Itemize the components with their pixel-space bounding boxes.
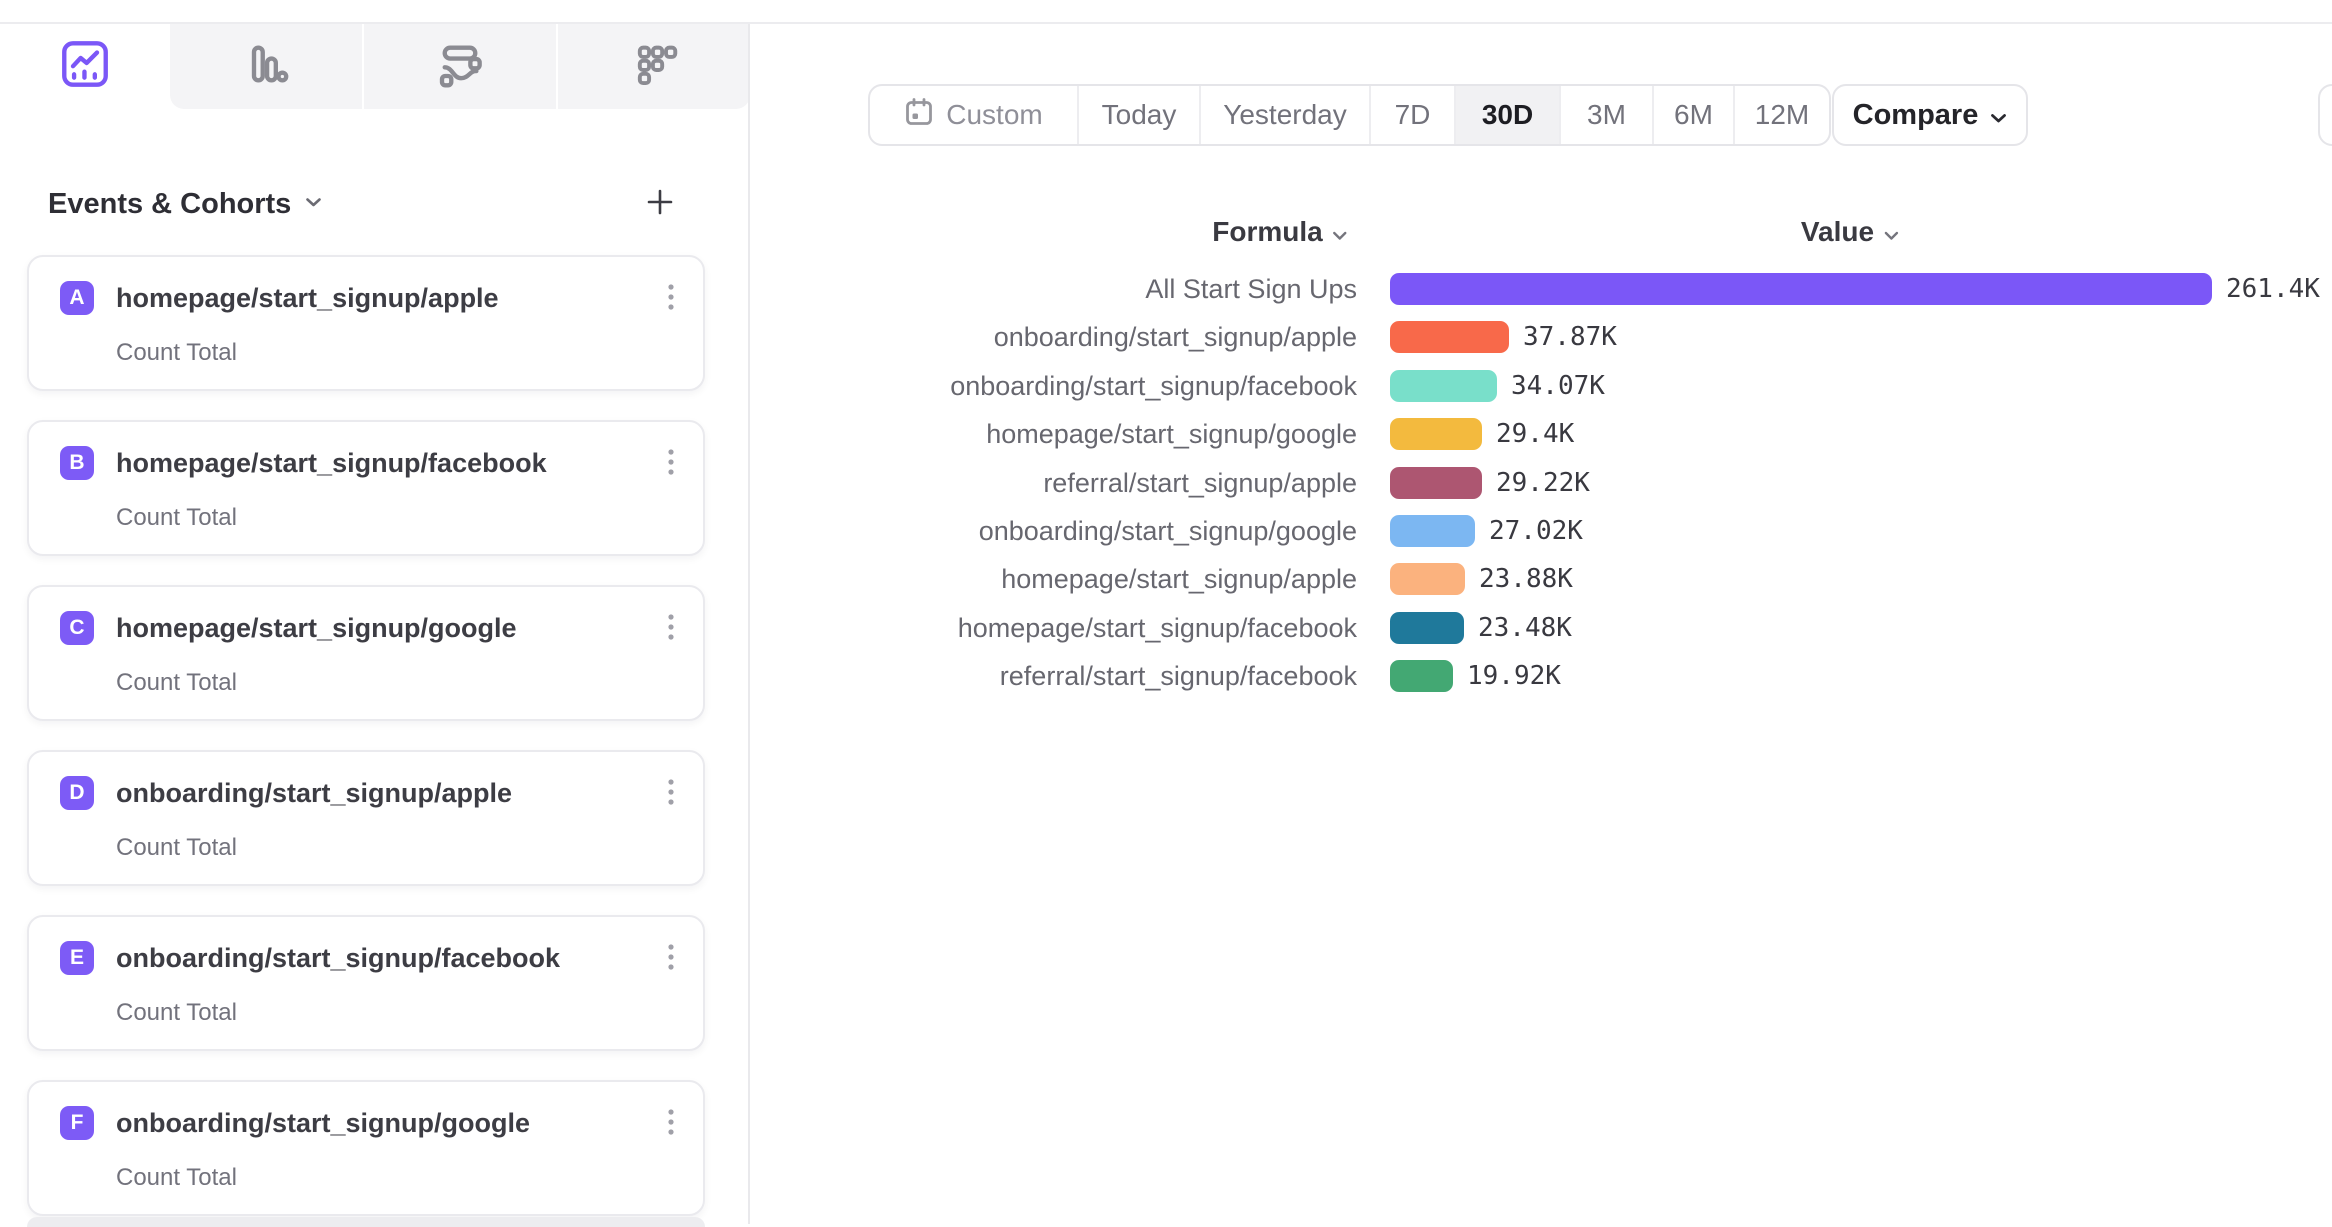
kebab-menu-icon[interactable] bbox=[667, 776, 675, 810]
chevron-down-icon bbox=[1333, 216, 1348, 248]
event-name: onboarding/start_signup/google bbox=[116, 1106, 530, 1140]
chart-row: onboarding/start_signup/apple 37.87K bbox=[0, 320, 2332, 354]
tab-line-chart[interactable] bbox=[0, 24, 170, 109]
chart-bar-value: 19.92K bbox=[1467, 659, 1561, 693]
range-12m[interactable]: 12M bbox=[1733, 86, 1829, 144]
chart-row-label: onboarding/start_signup/facebook bbox=[700, 369, 1357, 403]
line-chart-icon bbox=[61, 40, 109, 93]
event-letter-badge: E bbox=[60, 941, 94, 975]
range-label: Custom bbox=[946, 99, 1042, 131]
tab-flows[interactable] bbox=[362, 24, 556, 109]
events-cohorts-header[interactable]: Events & Cohorts bbox=[48, 184, 322, 224]
kebab-menu-icon[interactable] bbox=[667, 941, 675, 975]
chart-bar[interactable] bbox=[1390, 273, 2212, 305]
range-label: 7D bbox=[1395, 99, 1431, 131]
compare-button[interactable]: Compare bbox=[1832, 84, 2028, 146]
events-cohorts-title: Events & Cohorts bbox=[48, 188, 291, 221]
kebab-menu-icon[interactable] bbox=[667, 1106, 675, 1140]
tab-funnel[interactable] bbox=[556, 24, 750, 109]
event-card[interactable]: Fonboarding/start_signup/google Count Tot… bbox=[27, 1080, 705, 1216]
funnel-dots-icon bbox=[630, 40, 678, 93]
chart-row: homepage/start_signup/google 29.4K bbox=[0, 417, 2332, 451]
chart-bar[interactable] bbox=[1390, 321, 1509, 353]
add-event-button[interactable] bbox=[640, 184, 680, 224]
event-metric[interactable]: Count Total bbox=[116, 834, 237, 862]
range-label: 6M bbox=[1674, 99, 1713, 131]
range-today[interactable]: Today bbox=[1077, 86, 1199, 144]
chart-row: All Start Sign Ups 261.4K bbox=[0, 272, 2332, 306]
calendar-icon bbox=[904, 97, 934, 134]
clipped-button[interactable] bbox=[2318, 84, 2332, 146]
bar-chart-icon bbox=[242, 40, 290, 93]
chart-row: homepage/start_signup/facebook 23.48K bbox=[0, 611, 2332, 645]
chart-bar[interactable] bbox=[1390, 515, 1475, 547]
chart-row: referral/start_signup/facebook 19.92K bbox=[0, 659, 2332, 693]
value-header-label: Value bbox=[1801, 216, 1874, 248]
range-label: 3M bbox=[1587, 99, 1626, 131]
value-header[interactable]: Value bbox=[1801, 214, 1899, 250]
range-label: Today bbox=[1102, 99, 1177, 131]
chevron-down-icon bbox=[1990, 99, 2007, 132]
range-6m[interactable]: 6M bbox=[1652, 86, 1733, 144]
compare-label: Compare bbox=[1853, 99, 1979, 132]
date-range-selector: Custom Today Yesterday 7D 30D 3M 6M 12M bbox=[868, 84, 1831, 146]
chart-bar[interactable] bbox=[1390, 563, 1465, 595]
flows-icon bbox=[436, 40, 484, 93]
chart-bar-value: 27.02K bbox=[1489, 514, 1583, 548]
chart-bar[interactable] bbox=[1390, 660, 1453, 692]
range-label: Yesterday bbox=[1223, 99, 1347, 131]
chart-row-label: referral/start_signup/apple bbox=[700, 466, 1357, 500]
chart-bar-value: 23.48K bbox=[1478, 611, 1572, 645]
range-label: 12M bbox=[1755, 99, 1809, 131]
event-card[interactable]: Eonboarding/start_signup/facebook Count T… bbox=[27, 915, 705, 1051]
chevron-down-icon bbox=[305, 195, 322, 213]
formula-header[interactable]: Formula bbox=[1212, 214, 1347, 250]
chart-bar-value: 37.87K bbox=[1523, 320, 1617, 354]
tab-bar-chart[interactable] bbox=[170, 24, 362, 109]
formula-header-label: Formula bbox=[1212, 216, 1322, 248]
chart-row-label: onboarding/start_signup/apple bbox=[700, 320, 1357, 354]
chart-bar-value: 34.07K bbox=[1511, 369, 1605, 403]
range-yesterday[interactable]: Yesterday bbox=[1199, 86, 1369, 144]
chart-bar[interactable] bbox=[1390, 370, 1497, 402]
event-card[interactable]: Chomepage/start_signup/googleCount Total bbox=[27, 585, 705, 721]
event-metric[interactable]: Count Total bbox=[116, 1164, 237, 1192]
range-label: 30D bbox=[1482, 99, 1533, 131]
event-letter-badge: D bbox=[60, 776, 94, 810]
plus-icon bbox=[644, 186, 676, 223]
event-metric[interactable]: Count Total bbox=[116, 999, 237, 1027]
event-name: onboarding/start_signup/facebook bbox=[116, 941, 560, 975]
chart-bar-value: 23.88K bbox=[1479, 562, 1573, 596]
next-event-card-peek bbox=[27, 1217, 705, 1227]
chart-row-label: homepage/start_signup/facebook bbox=[700, 611, 1357, 645]
chart-row-label: homepage/start_signup/apple bbox=[700, 562, 1357, 596]
range-7d[interactable]: 7D bbox=[1369, 86, 1454, 144]
chart-bar[interactable] bbox=[1390, 418, 1482, 450]
event-name: onboarding/start_signup/apple bbox=[116, 776, 512, 810]
range-3m[interactable]: 3M bbox=[1559, 86, 1652, 144]
chart-bar-value: 261.4K bbox=[2226, 272, 2320, 306]
chart-type-tabs bbox=[170, 24, 750, 109]
chart-row: onboarding/start_signup/google 27.02K bbox=[0, 514, 2332, 548]
chart-bar[interactable] bbox=[1390, 612, 1464, 644]
chart-bar-value: 29.22K bbox=[1496, 466, 1590, 500]
event-card[interactable]: Donboarding/start_signup/apple Count Tota… bbox=[27, 750, 705, 886]
chart-bar[interactable] bbox=[1390, 467, 1482, 499]
chart-row-label: onboarding/start_signup/google bbox=[700, 514, 1357, 548]
chart-row-label: All Start Sign Ups bbox=[700, 272, 1357, 306]
range-30d[interactable]: 30D bbox=[1454, 86, 1559, 144]
chart-bar-value: 29.4K bbox=[1496, 417, 1574, 451]
chevron-down-icon bbox=[1884, 216, 1899, 248]
chart-row-label: homepage/start_signup/google bbox=[700, 417, 1357, 451]
chart-row: homepage/start_signup/apple 23.88K bbox=[0, 562, 2332, 596]
event-letter-badge: F bbox=[60, 1106, 94, 1140]
chart-row-label: referral/start_signup/facebook bbox=[700, 659, 1357, 693]
range-custom[interactable]: Custom bbox=[870, 86, 1077, 144]
chart-row: referral/start_signup/apple 29.22K bbox=[0, 466, 2332, 500]
chart-row: onboarding/start_signup/facebook 34.07K bbox=[0, 369, 2332, 403]
